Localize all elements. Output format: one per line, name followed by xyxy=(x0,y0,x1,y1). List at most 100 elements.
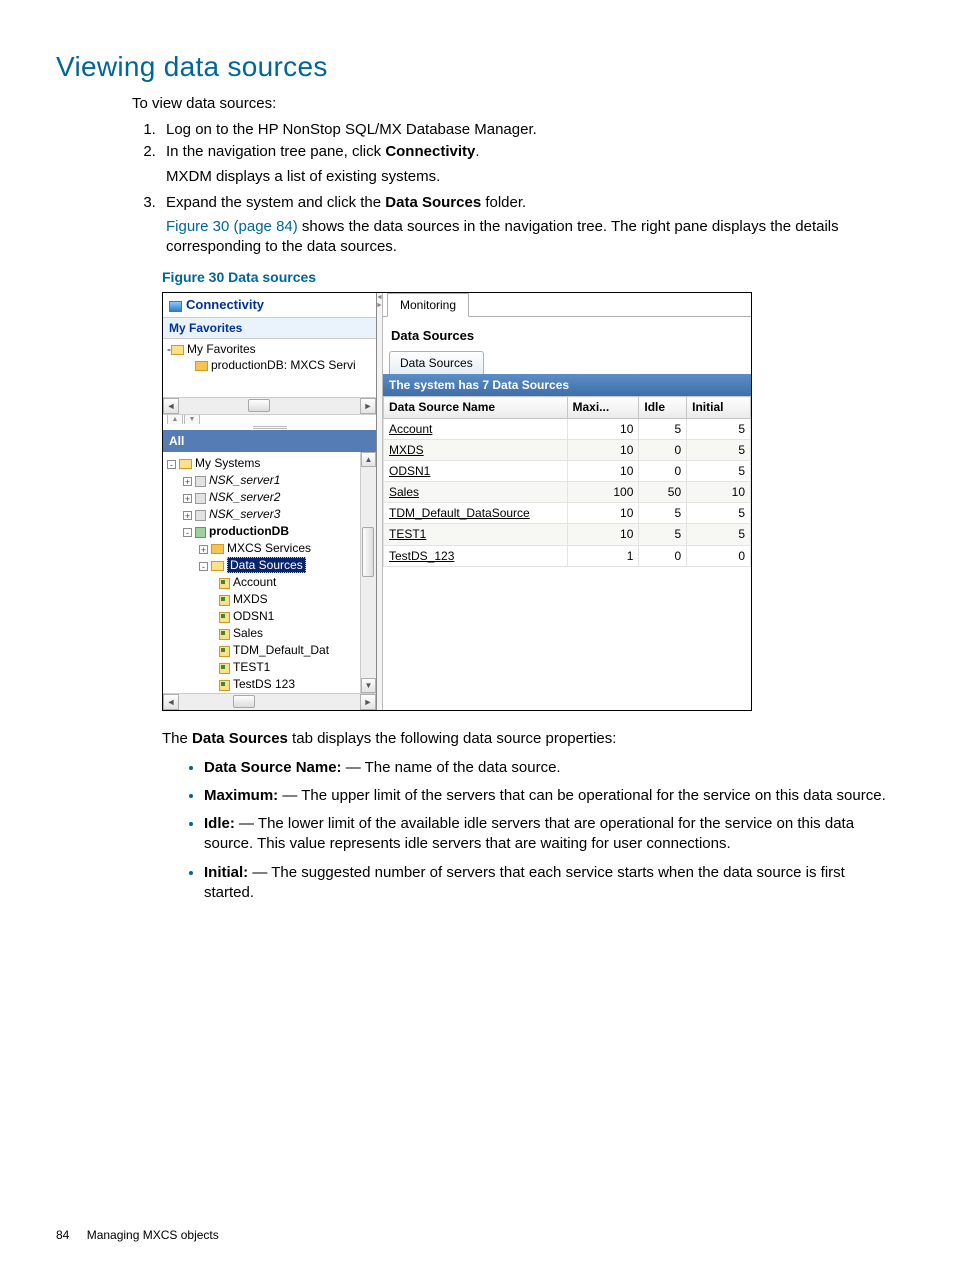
step-3-sub: Figure 30 (page 84) shows the data sourc… xyxy=(166,217,898,258)
ds-item[interactable]: Sales xyxy=(167,625,372,642)
col-maxi[interactable]: Maxi... xyxy=(567,397,639,418)
cell-name[interactable]: MXDS xyxy=(384,439,568,460)
property-item: Initial: — The suggested number of serve… xyxy=(204,863,898,904)
cell-name[interactable]: TDM_Default_DataSource xyxy=(384,503,568,524)
folder-icon xyxy=(195,361,208,371)
property-desc: — The upper limit of the servers that ca… xyxy=(278,787,886,804)
step-1: Log on to the HP NonStop SQL/MX Database… xyxy=(160,120,898,140)
ds-item[interactable]: Account xyxy=(167,574,372,591)
table-row[interactable]: Sales1005010 xyxy=(384,482,751,503)
scroll-thumb[interactable] xyxy=(362,527,374,577)
folder-icon xyxy=(171,345,184,355)
data-sources-inner-tab[interactable]: Data Sources xyxy=(389,351,484,374)
ds-item[interactable]: ODSN1 xyxy=(167,608,372,625)
expand-icon[interactable]: - xyxy=(183,528,192,537)
cell-maxi: 10 xyxy=(567,524,639,545)
property-item: Data Source Name: — The name of the data… xyxy=(204,758,898,778)
ds-item[interactable]: MXDS xyxy=(167,591,372,608)
favorites-tree: -My Favorites productionDB: MXCS Servi xyxy=(163,339,376,397)
favorites-root[interactable]: -My Favorites xyxy=(167,341,372,357)
data-sources-table: Data Source Name Maxi... Idle Initial Ac… xyxy=(383,396,751,567)
page-number: 84 xyxy=(56,1228,69,1242)
col-data-source-name[interactable]: Data Source Name xyxy=(384,397,568,418)
cell-name[interactable]: TEST1 xyxy=(384,524,568,545)
ds-item[interactable]: TestDS 123 xyxy=(167,676,372,693)
v-scrollbar[interactable]: ▲ ▼ xyxy=(360,452,376,693)
step-2-sub: MXDM displays a list of existing systems… xyxy=(166,167,898,187)
expand-icon[interactable]: + xyxy=(183,477,192,486)
scroll-left-button[interactable]: ◄ xyxy=(163,398,179,414)
cell-maxi: 10 xyxy=(567,460,639,481)
cell-initial: 5 xyxy=(687,524,751,545)
cell-maxi: 10 xyxy=(567,418,639,439)
scroll-right-button[interactable]: ► xyxy=(360,398,376,414)
expand-icon[interactable]: + xyxy=(183,511,192,520)
folder-icon xyxy=(211,561,224,571)
table-row[interactable]: Account1055 xyxy=(384,418,751,439)
count-bar: The system has 7 Data Sources xyxy=(383,374,751,396)
connectivity-icon xyxy=(169,301,182,312)
cell-idle: 5 xyxy=(639,418,687,439)
cell-name[interactable]: Sales xyxy=(384,482,568,503)
nav-left-pane: Connectivity My Favorites -My Favorites … xyxy=(163,293,377,710)
my-favorites-header: My Favorites xyxy=(163,318,376,339)
datasource-icon xyxy=(219,578,230,589)
expand-icon[interactable]: + xyxy=(183,494,192,503)
scroll-up-button[interactable]: ▲ xyxy=(361,452,376,467)
h-scrollbar-bottom[interactable]: ◄ ► xyxy=(163,693,376,710)
cell-initial: 5 xyxy=(687,503,751,524)
table-row[interactable]: TDM_Default_DataSource1055 xyxy=(384,503,751,524)
cell-maxi: 10 xyxy=(567,503,639,524)
expand-icon[interactable]: - xyxy=(167,460,176,469)
scroll-thumb[interactable] xyxy=(248,399,270,412)
table-row[interactable]: ODSN11005 xyxy=(384,460,751,481)
datasource-icon xyxy=(219,663,230,674)
scroll-thumb[interactable] xyxy=(233,695,255,708)
scroll-down-button[interactable]: ▼ xyxy=(361,678,376,693)
top-tab-bar: Monitoring xyxy=(383,293,751,317)
property-desc: — The suggested number of servers that e… xyxy=(204,864,845,901)
cell-initial: 5 xyxy=(687,418,751,439)
folder-icon xyxy=(211,544,224,554)
cell-name[interactable]: Account xyxy=(384,418,568,439)
ds-item[interactable]: TDM_Default_Dat xyxy=(167,642,372,659)
data-sources-node[interactable]: -Data Sources xyxy=(167,557,372,574)
datasource-icon xyxy=(219,680,230,691)
server-node[interactable]: +NSK_server3 xyxy=(167,506,372,523)
property-desc: — The name of the data source. xyxy=(342,759,561,776)
property-desc: — The lower limit of the available idle … xyxy=(204,815,854,852)
scroll-left-button[interactable]: ◄ xyxy=(163,694,179,710)
expand-icon[interactable]: + xyxy=(199,545,208,554)
property-term: Data Source Name: xyxy=(204,759,342,776)
table-row[interactable]: TestDS_123100 xyxy=(384,545,751,566)
col-idle[interactable]: Idle xyxy=(639,397,687,418)
ds-item[interactable]: TEST1 xyxy=(167,659,372,676)
property-term: Idle: xyxy=(204,815,235,832)
favorites-child[interactable]: productionDB: MXCS Servi xyxy=(167,357,372,373)
cell-name[interactable]: TestDS_123 xyxy=(384,545,568,566)
table-row[interactable]: MXDS1005 xyxy=(384,439,751,460)
table-row[interactable]: TEST11055 xyxy=(384,524,751,545)
expand-icon[interactable]: - xyxy=(199,562,208,571)
col-initial[interactable]: Initial xyxy=(687,397,751,418)
mxcs-services-node[interactable]: +MXCS Services xyxy=(167,540,372,557)
monitoring-tab[interactable]: Monitoring xyxy=(387,293,469,317)
figure-link[interactable]: Figure 30 (page 84) xyxy=(166,218,298,235)
cell-maxi: 100 xyxy=(567,482,639,503)
server-node[interactable]: +NSK_server1 xyxy=(167,472,372,489)
server-node[interactable]: +NSK_server2 xyxy=(167,489,372,506)
step-2: In the navigation tree pane, click Conne… xyxy=(160,142,898,187)
footer-section: Managing MXCS objects xyxy=(87,1228,219,1242)
h-scrollbar[interactable]: ◄ ► xyxy=(163,397,376,414)
all-header: All xyxy=(163,430,376,452)
intro-text: To view data sources: xyxy=(132,94,898,114)
cell-maxi: 1 xyxy=(567,545,639,566)
cell-maxi: 10 xyxy=(567,439,639,460)
server-icon xyxy=(195,510,206,521)
systems-tree: -My Systems +NSK_server1 +NSK_server2 +N… xyxy=(163,452,376,693)
productiondb-node[interactable]: -productionDB xyxy=(167,523,372,540)
my-systems-node[interactable]: -My Systems xyxy=(167,455,372,472)
properties-list: Data Source Name: — The name of the data… xyxy=(184,758,898,904)
cell-name[interactable]: ODSN1 xyxy=(384,460,568,481)
scroll-right-button[interactable]: ► xyxy=(360,694,376,710)
